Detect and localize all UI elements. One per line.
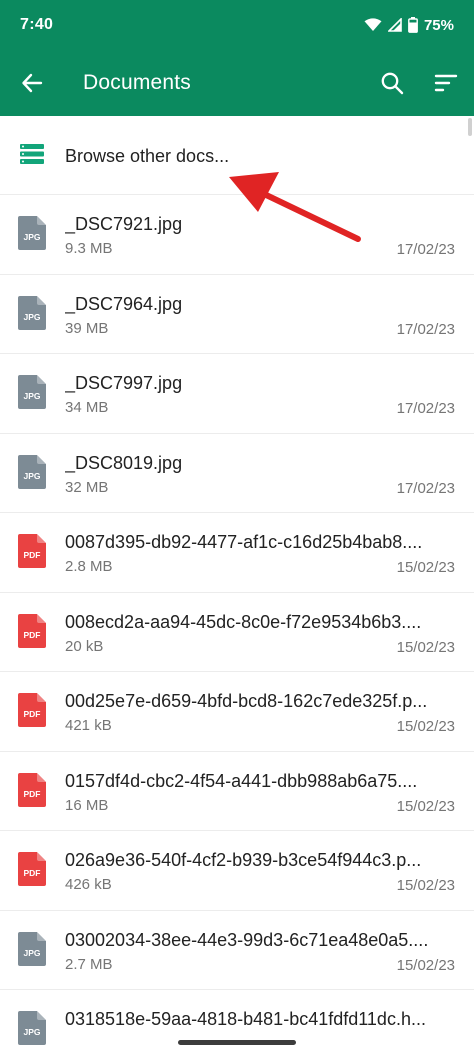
file-name: _DSC7921.jpg [65,214,183,234]
browse-other-docs-item[interactable]: Browse other docs... [0,116,474,195]
file-name: _DSC7997.jpg [65,373,183,393]
file-date: 15/02/23 [396,559,455,576]
file-date: 17/02/23 [396,479,455,497]
signal-icon [387,18,402,32]
file-name: _DSC8019.jpg [65,452,183,473]
status-bar: 7:40 75% [0,0,474,50]
screen: 7:40 75% Documents Browse other docs... … [0,0,474,1053]
status-time: 7:40 [20,16,54,33]
file-size: 20 kB [65,637,104,655]
file-name: 008ecd2a-aa94-45dc-8c0e-f72e9534b6b3.... [65,611,422,632]
file-list: JPG _DSC7921.jpg 9.3 MB 17/02/23 JPG _DS… [0,195,474,1053]
storage-icon [20,144,44,164]
pdf-file-icon: PDF [18,772,46,807]
svg-text:JPG: JPG [23,471,40,481]
svg-text:JPG: JPG [23,391,40,401]
file-name: 0318518e-59aa-4818-b481-bc41fdfd11dc.h..… [65,1009,426,1029]
file-size: 421 kB [65,717,112,734]
file-size: 2.7 MB [65,955,113,973]
documents-list: Browse other docs... JPG _DSC7921.jpg 9.… [0,116,474,1053]
jpg-file-icon: JPG [18,216,46,250]
file-date: 17/02/23 [396,400,455,417]
wifi-icon [364,18,382,31]
svg-text:JPG: JPG [23,1027,40,1037]
file-name: 026a9e36-540f-4cf2-b939-b3ce54f944c3.p..… [65,850,422,870]
file-list-item[interactable]: PDF 008ecd2a-aa94-45dc-8c0e-f72e9534b6b3… [0,593,474,672]
file-size: 9.3 MB [65,240,113,257]
svg-text:PDF: PDF [24,630,41,640]
file-name: 0157df4d-cbc2-4f54-a441-dbb988ab6a75.... [65,770,418,791]
pdf-file-icon: PDF [18,852,46,886]
jpg-file-icon: JPG [18,454,46,489]
scrollbar-thumb[interactable] [468,118,472,136]
file-list-item[interactable]: JPG _DSC7997.jpg 34 MB 17/02/23 [0,354,474,434]
svg-text:PDF: PDF [24,789,41,799]
gesture-navigation-bar[interactable] [178,1040,296,1045]
file-name: 03002034-38ee-44e3-99d3-6c71ea48e0a5.... [65,929,429,950]
search-button[interactable] [376,67,408,99]
file-list-item[interactable]: PDF 0157df4d-cbc2-4f54-a441-dbb988ab6a75… [0,752,474,831]
file-list-item[interactable]: PDF 0087d395-db92-4477-af1c-c16d25b4bab8… [0,513,474,593]
file-name: 0087d395-db92-4477-af1c-c16d25b4bab8.... [65,532,423,552]
jpg-file-icon: JPG [18,375,46,409]
browse-other-docs-label: Browse other docs... [65,146,230,166]
file-size: 2.8 MB [65,558,113,575]
status-icons: 75% [364,17,454,34]
sort-icon [434,74,458,92]
jpg-file-icon: JPG [18,295,46,330]
file-size: 32 MB [65,478,109,496]
file-date: 15/02/23 [396,877,455,894]
file-date: 15/02/23 [396,956,455,974]
arrow-back-icon [22,73,43,93]
file-size: 39 MB [65,319,109,337]
file-date: 15/02/23 [396,797,455,815]
file-date: 15/02/23 [396,638,455,656]
pdf-file-icon: PDF [18,534,46,568]
app-bar: Documents [0,50,474,116]
file-size: 34 MB [65,399,109,416]
battery-percent: 75% [423,16,454,34]
back-button[interactable] [16,67,48,99]
jpg-file-icon: JPG [18,1011,46,1045]
svg-text:PDF: PDF [24,868,41,878]
file-size: 426 kB [65,876,112,893]
file-list-item[interactable]: PDF 00d25e7e-d659-4bfd-bcd8-162c7ede325f… [0,672,474,752]
file-name: _DSC7964.jpg [65,293,183,314]
svg-text:PDF: PDF [24,550,41,560]
svg-text:JPG: JPG [23,312,40,322]
file-list-item[interactable]: JPG _DSC7964.jpg 39 MB 17/02/23 [0,275,474,354]
file-date: 17/02/23 [396,320,455,338]
file-date: 15/02/23 [396,718,455,735]
file-list-item[interactable]: JPG 03002034-38ee-44e3-99d3-6c71ea48e0a5… [0,911,474,990]
file-name: 00d25e7e-d659-4bfd-bcd8-162c7ede325f.p..… [65,691,428,711]
search-icon [381,72,404,95]
svg-text:JPG: JPG [23,232,40,242]
pdf-file-icon: PDF [18,613,46,648]
file-list-item[interactable]: JPG _DSC8019.jpg 32 MB 17/02/23 [0,434,474,513]
file-list-item[interactable]: PDF 026a9e36-540f-4cf2-b939-b3ce54f944c3… [0,831,474,911]
svg-text:PDF: PDF [24,709,41,719]
battery-icon [408,17,418,33]
sort-button[interactable] [430,67,462,99]
file-list-item[interactable]: JPG _DSC7921.jpg 9.3 MB 17/02/23 [0,195,474,275]
svg-text:JPG: JPG [23,948,40,958]
pdf-file-icon: PDF [18,693,46,727]
file-size: 16 MB [65,796,109,814]
page-title: Documents [83,71,192,94]
file-date: 17/02/23 [396,241,455,258]
jpg-file-icon: JPG [18,931,46,966]
